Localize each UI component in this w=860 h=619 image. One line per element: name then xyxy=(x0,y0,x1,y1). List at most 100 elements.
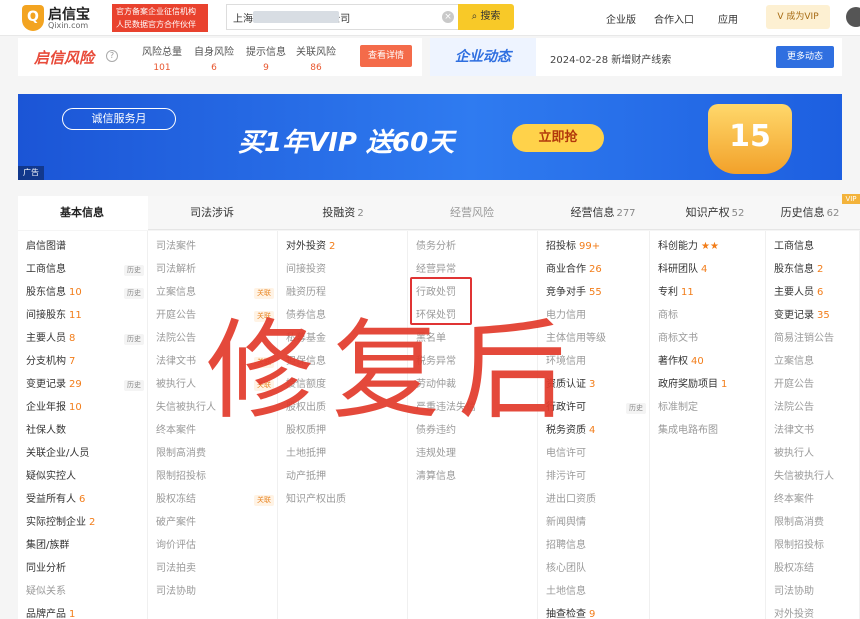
category-item[interactable]: 失信被执行人 xyxy=(774,467,860,487)
category-item[interactable]: 简易注销公告 xyxy=(774,329,860,349)
category-item[interactable]: 终本案件 xyxy=(774,490,860,510)
category-item[interactable]: 知识产权出质 xyxy=(286,490,408,510)
category-item[interactable]: 股权冻结 xyxy=(774,559,860,579)
category-item[interactable]: 询价评估 xyxy=(156,536,278,556)
become-vip-button[interactable]: V 成为VIP xyxy=(766,5,830,29)
clear-icon[interactable]: × xyxy=(442,11,454,23)
category-item[interactable]: 法院公告 xyxy=(774,398,860,418)
category-item[interactable]: 疑似实控人 xyxy=(26,467,148,487)
category-item[interactable]: 司法案件 xyxy=(156,237,278,257)
category-item[interactable]: 限制高消费 xyxy=(156,444,278,464)
category-item[interactable]: 股东信息 2 xyxy=(774,260,860,280)
history-tag[interactable]: 历史 xyxy=(626,403,646,414)
history-tag[interactable]: 历史 xyxy=(124,334,144,345)
tab-judicial[interactable]: 司法涉诉 xyxy=(148,196,278,230)
category-item[interactable]: 土地信息 xyxy=(546,582,650,602)
category-item[interactable]: 著作权 40 xyxy=(658,352,766,372)
category-item[interactable]: 主要人员 8 历史 xyxy=(26,329,148,349)
category-item[interactable]: 间接投资 xyxy=(286,260,408,280)
category-item[interactable]: 土地抵押 xyxy=(286,444,408,464)
category-item[interactable]: 科创能力 ★★ xyxy=(658,237,766,257)
category-item[interactable]: 违规处理 xyxy=(416,444,538,464)
more-dynamics-button[interactable]: 更多动态 xyxy=(776,46,834,68)
category-item[interactable]: 集团/族群 xyxy=(26,536,148,556)
category-item[interactable]: 被执行人 xyxy=(774,444,860,464)
category-item[interactable]: 招投标 99+ xyxy=(546,237,650,257)
history-tag[interactable]: 历史 xyxy=(124,380,144,391)
category-item[interactable]: 股东信息 10 历史 xyxy=(26,283,148,303)
category-item[interactable]: 限制招投标 xyxy=(774,536,860,556)
category-item[interactable]: 企业年报 10 xyxy=(26,398,148,418)
category-item[interactable]: 对外投资 2 xyxy=(286,237,408,257)
category-item[interactable]: 排污许可 xyxy=(546,467,650,487)
banner-cta-button[interactable]: 立即抢 xyxy=(512,124,604,152)
category-item[interactable]: 对外投资 xyxy=(774,605,860,619)
category-item[interactable]: 商标文书 xyxy=(658,329,766,349)
category-item[interactable]: 核心团队 xyxy=(546,559,650,579)
related-tag[interactable]: 关联 xyxy=(254,495,274,506)
category-item[interactable]: 电信许可 xyxy=(546,444,650,464)
category-item[interactable]: 商业合作 26 xyxy=(546,260,650,280)
category-item[interactable]: 招聘信息 xyxy=(546,536,650,556)
category-item[interactable]: 司法协助 xyxy=(774,582,860,602)
category-item[interactable]: 关联企业/人员 xyxy=(26,444,148,464)
help-icon[interactable]: ? xyxy=(106,50,118,62)
tab-business-info[interactable]: 经营信息 277 xyxy=(538,196,668,230)
category-item[interactable]: 立案信息 关联 xyxy=(156,283,278,303)
category-item[interactable]: 限制高消费 xyxy=(774,513,860,533)
category-item[interactable]: 变更记录 29 历史 xyxy=(26,375,148,395)
category-item[interactable]: 开庭公告 xyxy=(774,375,860,395)
risk-stat-related[interactable]: 关联风险 86 xyxy=(288,43,344,73)
category-item[interactable]: 法律文书 xyxy=(774,421,860,441)
category-item[interactable]: 清算信息 xyxy=(416,467,538,487)
category-item[interactable]: 工商信息 历史 xyxy=(26,260,148,280)
nav-enterprise[interactable]: 企业版 xyxy=(606,11,636,26)
category-item[interactable]: 启信图谱 xyxy=(26,237,148,257)
site-logo[interactable]: Q 启信宝 Qixin.com xyxy=(22,4,108,32)
category-item[interactable]: 司法协助 xyxy=(156,582,278,602)
nav-partner[interactable]: 合作入口 xyxy=(654,11,694,26)
category-item[interactable]: 变更记录 35 xyxy=(774,306,860,326)
promo-banner[interactable]: 诚信服务月 买1年VIP 送60天 立即抢 15 广告 xyxy=(18,94,842,180)
category-item[interactable]: 债务分析 xyxy=(416,237,538,257)
avatar[interactable] xyxy=(846,7,860,27)
category-item[interactable]: 社保人数 xyxy=(26,421,148,441)
category-item[interactable]: 分支机构 7 xyxy=(26,352,148,372)
category-item[interactable]: 立案信息 xyxy=(774,352,860,372)
risk-stat-self[interactable]: 自身风险 6 xyxy=(186,43,242,73)
category-item[interactable]: 实际控制企业 2 xyxy=(26,513,148,533)
tab-investment[interactable]: 投融资 2 xyxy=(278,196,408,230)
category-item[interactable]: 标准制定 xyxy=(658,398,766,418)
risk-stat-notice[interactable]: 提示信息 9 xyxy=(238,43,294,73)
tab-operating-risk[interactable]: 经营风险 xyxy=(408,196,538,230)
category-item[interactable]: 司法拍卖 xyxy=(156,559,278,579)
category-item[interactable]: 司法解析 xyxy=(156,260,278,280)
category-item[interactable]: 竞争对手 55 xyxy=(546,283,650,303)
category-item[interactable]: 主要人员 6 xyxy=(774,283,860,303)
category-item[interactable]: 品牌产品 1 xyxy=(26,605,148,619)
category-item[interactable]: 动产抵押 xyxy=(286,467,408,487)
category-item[interactable]: 科研团队 4 xyxy=(658,260,766,280)
category-item[interactable]: 商标 xyxy=(658,306,766,326)
category-item[interactable]: 融资历程 xyxy=(286,283,408,303)
category-item[interactable]: 专利 11 xyxy=(658,283,766,303)
tab-basic-info[interactable]: 基本信息 xyxy=(18,196,148,230)
category-item[interactable]: 抽查检查 9 xyxy=(546,605,650,619)
view-details-button[interactable]: 查看详情 xyxy=(360,45,412,67)
category-item[interactable]: 工商信息 xyxy=(774,237,860,257)
related-tag[interactable]: 关联 xyxy=(254,288,274,299)
category-item[interactable]: 进出口资质 xyxy=(546,490,650,510)
category-item[interactable]: 破产案件 xyxy=(156,513,278,533)
category-item[interactable]: 限制招投标 xyxy=(156,467,278,487)
category-item[interactable]: 股权冻结 关联 xyxy=(156,490,278,510)
search-button[interactable]: ⌕ 搜索 xyxy=(458,4,514,30)
category-item[interactable]: 新闻舆情 xyxy=(546,513,650,533)
category-item[interactable]: 间接股东 11 xyxy=(26,306,148,326)
category-item[interactable]: 同业分析 xyxy=(26,559,148,579)
history-tag[interactable]: 历史 xyxy=(124,288,144,299)
history-tag[interactable]: 历史 xyxy=(124,265,144,276)
risk-stat-total[interactable]: 风险总量 101 xyxy=(134,43,190,73)
category-item[interactable]: 政府奖励项目 1 xyxy=(658,375,766,395)
category-item[interactable]: 疑似关系 xyxy=(26,582,148,602)
dynamics-latest[interactable]: 2024-02-28 新增财产线索 xyxy=(550,51,671,66)
